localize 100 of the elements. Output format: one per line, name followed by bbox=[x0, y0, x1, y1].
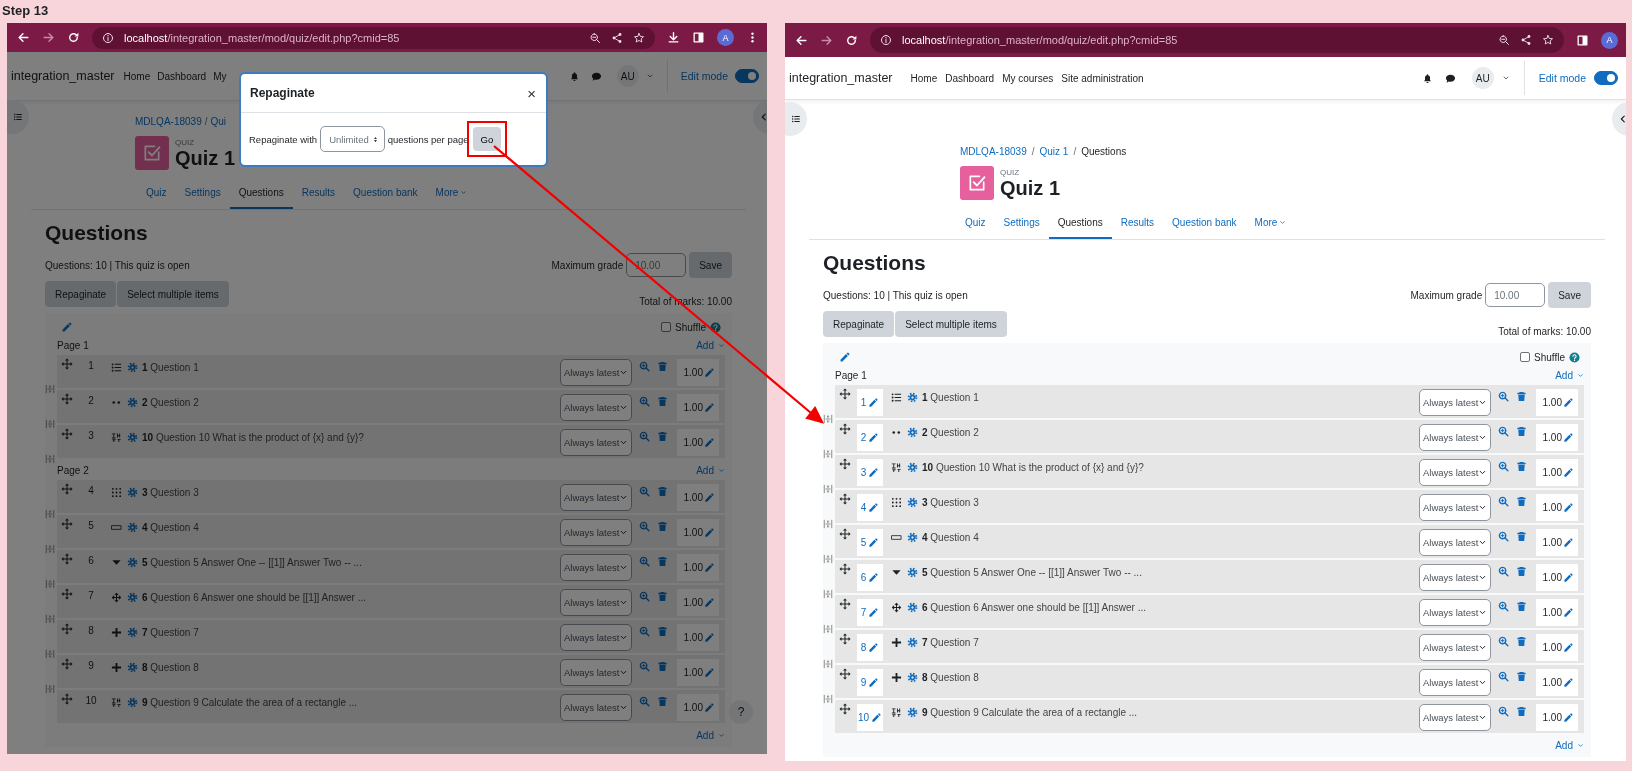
reload-icon[interactable] bbox=[67, 31, 80, 44]
gear-icon[interactable] bbox=[907, 532, 918, 543]
trash-icon[interactable] bbox=[657, 431, 668, 442]
trash-icon[interactable] bbox=[1516, 601, 1527, 612]
action-button[interactable]: Select multiple items bbox=[117, 281, 229, 307]
gear-icon[interactable] bbox=[127, 432, 138, 443]
version-select[interactable]: Always latest bbox=[1419, 494, 1491, 521]
slot-number[interactable]: 7 bbox=[857, 599, 883, 626]
preview-icon[interactable] bbox=[1498, 671, 1509, 682]
trash-icon[interactable] bbox=[1516, 706, 1527, 717]
mark-field[interactable]: 1.00 bbox=[677, 484, 719, 511]
breadcrumb-link[interactable]: MDLQA-18039 bbox=[960, 145, 1027, 157]
gear-icon[interactable] bbox=[127, 627, 138, 638]
preview-icon[interactable] bbox=[639, 696, 650, 707]
tab[interactable]: Question bank bbox=[1163, 208, 1246, 239]
version-select[interactable]: Always latest bbox=[560, 624, 632, 651]
help-button[interactable]: ? bbox=[729, 700, 753, 724]
trash-icon[interactable] bbox=[657, 661, 668, 672]
trash-icon[interactable] bbox=[657, 361, 668, 372]
slot-number[interactable]: 6 bbox=[857, 564, 883, 591]
mark-field[interactable]: 1.00 bbox=[1536, 669, 1578, 696]
trash-icon[interactable] bbox=[1516, 496, 1527, 507]
question-name[interactable]: 1 Question 1 bbox=[142, 358, 199, 373]
question-name[interactable]: 7 Question 7 bbox=[142, 623, 199, 638]
mark-field[interactable]: 1.00 bbox=[1536, 389, 1578, 416]
profile-avatar[interactable]: A bbox=[1601, 31, 1618, 49]
pencil-icon[interactable] bbox=[61, 321, 73, 333]
question-name[interactable]: 6 Question 6 Answer one should be [[1]] Answer ... bbox=[142, 588, 367, 603]
address-bar[interactable]: localhost/integration_master/mod/quiz/edit.php?cmid=85 bbox=[870, 27, 1564, 53]
question-name[interactable]: 7 Question 7 bbox=[922, 633, 979, 648]
gear-icon[interactable] bbox=[907, 497, 918, 508]
profile-avatar[interactable]: A bbox=[717, 29, 734, 46]
share-icon[interactable] bbox=[1520, 34, 1532, 46]
move-icon[interactable] bbox=[839, 598, 851, 610]
add-link[interactable]: Add bbox=[696, 729, 725, 741]
mark-field[interactable]: 1.00 bbox=[1536, 459, 1578, 486]
back-icon[interactable] bbox=[795, 33, 808, 47]
question-name[interactable]: 3 Question 3 bbox=[922, 493, 979, 508]
trash-icon[interactable] bbox=[657, 486, 668, 497]
gear-icon[interactable] bbox=[127, 592, 138, 603]
tab[interactable]: Quiz bbox=[956, 208, 995, 239]
preview-icon[interactable] bbox=[1498, 706, 1509, 717]
question-name[interactable]: 9 Question 9 Calculate the area of a rectangle ... bbox=[142, 693, 358, 708]
slot-number[interactable]: 8 bbox=[857, 634, 883, 661]
mark-field[interactable]: 1.00 bbox=[677, 624, 719, 651]
breadcrumb-link[interactable]: Quiz 1 bbox=[1039, 145, 1069, 157]
question-name[interactable]: 8 Question 8 bbox=[142, 658, 199, 673]
preview-icon[interactable] bbox=[1498, 461, 1509, 472]
nav-link[interactable]: Home bbox=[910, 72, 938, 84]
tab[interactable]: Settings bbox=[175, 178, 230, 209]
side-panel-icon[interactable] bbox=[1576, 33, 1589, 47]
nav-link[interactable]: My courses bbox=[1002, 72, 1054, 84]
preview-icon[interactable] bbox=[639, 591, 650, 602]
mark-field[interactable]: 1.00 bbox=[677, 694, 719, 721]
add-link[interactable]: Add bbox=[696, 464, 725, 476]
version-select[interactable]: Always latest bbox=[1419, 599, 1491, 626]
question-name[interactable]: 10 Question 10 What is the product of {x} and {y}? bbox=[922, 458, 1144, 473]
version-select[interactable]: Always latest bbox=[560, 484, 632, 511]
site-name[interactable]: integration_master bbox=[11, 69, 115, 83]
slot-number[interactable]: 1 bbox=[857, 389, 883, 416]
preview-icon[interactable] bbox=[1498, 566, 1509, 577]
address-bar[interactable]: localhost/integration_master/mod/quiz/edit.php?cmid=85 bbox=[92, 26, 655, 49]
question-name[interactable]: 4 Question 4 bbox=[142, 518, 199, 533]
version-select[interactable]: Always latest bbox=[1419, 529, 1491, 556]
zoom-out-icon[interactable] bbox=[1498, 34, 1510, 46]
question-name[interactable]: 10 Question 10 What is the product of {x} and {y}? bbox=[142, 428, 364, 443]
question-name[interactable]: 2 Question 2 bbox=[142, 393, 199, 408]
trash-icon[interactable] bbox=[1516, 671, 1527, 682]
preview-icon[interactable] bbox=[1498, 601, 1509, 612]
download-icon[interactable] bbox=[667, 31, 680, 44]
add-link[interactable]: Add bbox=[696, 339, 725, 351]
breadcrumb-link[interactable]: Qui bbox=[210, 115, 227, 127]
pages-select[interactable]: Unlimited bbox=[320, 126, 385, 152]
user-avatar[interactable]: AU bbox=[616, 65, 639, 87]
save-button[interactable]: Save bbox=[1548, 282, 1591, 308]
share-icon[interactable] bbox=[611, 31, 623, 44]
page-break-icon[interactable] bbox=[823, 413, 833, 425]
chevron-down-icon[interactable] bbox=[645, 72, 654, 80]
preview-icon[interactable] bbox=[639, 361, 650, 372]
page-break-icon[interactable] bbox=[823, 623, 833, 635]
nav-link[interactable]: My bbox=[213, 70, 227, 82]
mark-field[interactable]: 1.00 bbox=[677, 429, 719, 456]
move-icon[interactable] bbox=[839, 388, 851, 400]
move-icon[interactable] bbox=[839, 563, 851, 575]
tab[interactable]: Results bbox=[1111, 208, 1164, 239]
question-name[interactable]: 1 Question 1 bbox=[922, 388, 979, 403]
preview-icon[interactable] bbox=[639, 556, 650, 567]
mark-field[interactable]: 1.00 bbox=[677, 589, 719, 616]
reload-icon[interactable] bbox=[845, 33, 858, 47]
gear-icon[interactable] bbox=[127, 522, 138, 533]
go-button[interactable]: Go bbox=[472, 127, 502, 151]
trash-icon[interactable] bbox=[657, 556, 668, 567]
mark-field[interactable]: 1.00 bbox=[677, 659, 719, 686]
shuffle-checkbox[interactable] bbox=[661, 322, 672, 332]
close-button[interactable]: × bbox=[527, 84, 536, 102]
gear-icon[interactable] bbox=[907, 707, 918, 718]
nav-link[interactable]: Dashboard bbox=[945, 72, 995, 84]
trash-icon[interactable] bbox=[1516, 636, 1527, 647]
mark-field[interactable]: 1.00 bbox=[1536, 704, 1578, 731]
zoom-out-icon[interactable] bbox=[589, 31, 601, 44]
